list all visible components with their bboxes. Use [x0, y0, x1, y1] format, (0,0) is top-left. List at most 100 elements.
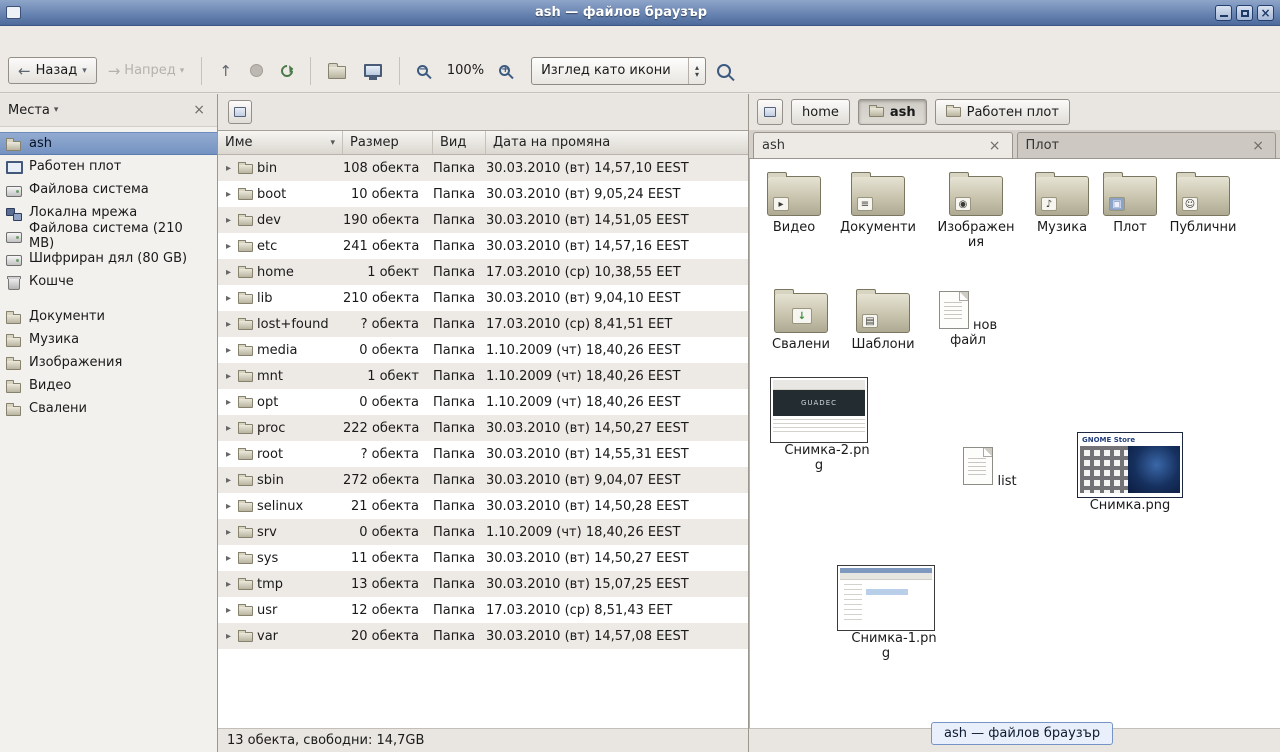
folder-item-public[interactable]: Публични [1161, 176, 1245, 235]
folder-item-templates[interactable]: Шаблони [841, 293, 925, 352]
folder-item-photos[interactable]: Изображения [934, 176, 1018, 250]
sidebar-item[interactable]: Свалени [0, 397, 217, 420]
file-row[interactable]: ▸ etc 241 обекта Папка 30.03.2010 (вт) 1… [218, 233, 748, 259]
expander-icon[interactable]: ▸ [223, 631, 234, 642]
expander-icon[interactable]: ▸ [223, 241, 234, 252]
sidebar-item[interactable]: Документи [0, 305, 217, 328]
file-row[interactable]: ▸ root ? обекта Папка 30.03.2010 (вт) 14… [218, 441, 748, 467]
sidebar-item[interactable]: Работен плот [0, 155, 217, 178]
expander-icon[interactable]: ▸ [223, 397, 234, 408]
file-row[interactable]: ▸ selinux 21 обекта Папка 30.03.2010 (вт… [218, 493, 748, 519]
home-button[interactable] [321, 58, 353, 84]
file-row[interactable]: ▸ boot 10 обекта Папка 30.03.2010 (вт) 9… [218, 181, 748, 207]
pane-tab-button[interactable] [228, 100, 252, 124]
sidebar-item[interactable]: ash [0, 132, 217, 155]
sidebar-item[interactable]: Видео [0, 374, 217, 397]
file-item-list[interactable]: list [948, 447, 1032, 489]
file-row[interactable]: ▸ var 20 обекта Папка 30.03.2010 (вт) 14… [218, 623, 748, 649]
file-row[interactable]: ▸ opt 0 обекта Папка 1.10.2009 (чт) 18,4… [218, 389, 748, 415]
pane-tab[interactable]: ash × [753, 132, 1013, 158]
file-row[interactable]: ▸ media 0 обекта Папка 1.10.2009 (чт) 18… [218, 337, 748, 363]
folder-item-video[interactable]: Видео [752, 176, 836, 235]
path-button[interactable]: Работен плот [935, 99, 1070, 125]
reload-button[interactable] [274, 60, 300, 82]
menu-item[interactable] [76, 36, 94, 40]
file-row[interactable]: ▸ mnt 1 обект Папка 1.10.2009 (чт) 18,40… [218, 363, 748, 389]
file-item-new-file[interactable]: нов файл [926, 291, 1010, 348]
chevron-down-icon[interactable]: ▾ [54, 105, 189, 115]
sidebar-close-icon[interactable]: × [189, 102, 209, 118]
file-item-snimka[interactable]: GNOME Store Снимка.png [1075, 432, 1185, 513]
expander-icon[interactable]: ▸ [223, 345, 234, 356]
file-row[interactable]: ▸ proc 222 обекта Папка 30.03.2010 (вт) … [218, 415, 748, 441]
expander-icon[interactable]: ▸ [223, 267, 234, 278]
file-row[interactable]: ▸ bin 108 обекта Папка 30.03.2010 (вт) 1… [218, 155, 748, 181]
path-button[interactable]: home [791, 99, 850, 125]
spinner-arrows-icon[interactable]: ▴▾ [688, 58, 705, 84]
sidebar-item[interactable]: Файлова система [0, 178, 217, 201]
file-row[interactable]: ▸ dev 190 обекта Папка 30.03.2010 (вт) 1… [218, 207, 748, 233]
search-button[interactable] [710, 59, 742, 83]
column-header-type[interactable]: Вид [433, 131, 486, 154]
path-button[interactable]: ash [858, 99, 927, 125]
expander-icon[interactable]: ▸ [223, 293, 234, 304]
view-mode-select[interactable]: Изглед като икони ▴▾ [531, 57, 706, 85]
minimize-button[interactable] [1215, 5, 1232, 21]
expander-icon[interactable]: ▸ [223, 449, 234, 460]
expander-icon[interactable]: ▸ [223, 319, 234, 330]
expander-icon[interactable]: ▸ [223, 475, 234, 486]
file-row[interactable]: ▸ sys 11 обекта Папка 30.03.2010 (вт) 14… [218, 545, 748, 571]
file-item-snimka-1[interactable]: Снимка-1.png [834, 565, 938, 661]
expander-icon[interactable]: ▸ [223, 553, 234, 564]
expander-icon[interactable]: ▸ [223, 423, 234, 434]
sidebar-item[interactable]: Изображения [0, 351, 217, 374]
back-button[interactable]: ← Назад ▾ [8, 57, 97, 84]
folder-item-desktop[interactable]: Плот [1088, 176, 1172, 235]
menu-item[interactable] [58, 36, 76, 40]
places-root-button[interactable] [757, 99, 783, 125]
column-header-size[interactable]: Размер [343, 131, 433, 154]
file-row[interactable]: ▸ usr 12 обекта Папка 17.03.2010 (ср) 8,… [218, 597, 748, 623]
expander-icon[interactable]: ▸ [223, 527, 234, 538]
menu-item[interactable] [22, 36, 40, 40]
maximize-button[interactable] [1236, 5, 1253, 21]
file-row[interactable]: ▸ sbin 272 обекта Папка 30.03.2010 (вт) … [218, 467, 748, 493]
zoom-out-button[interactable]: − [410, 60, 439, 81]
expander-icon[interactable]: ▸ [223, 163, 234, 174]
zoom-in-button[interactable]: + [492, 60, 521, 81]
icon-view[interactable]: Видео Документи Изображения Музика Плот [749, 159, 1280, 728]
sidebar-item[interactable]: Музика [0, 328, 217, 351]
tab-close-icon[interactable]: × [986, 138, 1004, 154]
close-button[interactable]: × [1257, 5, 1274, 21]
chevron-down-icon[interactable]: ▾ [82, 66, 87, 76]
stop-button[interactable] [243, 59, 270, 82]
file-item-snimka-2[interactable]: GUADEC Снимка-2.png [767, 377, 871, 473]
expander-icon[interactable]: ▸ [223, 371, 234, 382]
expander-icon[interactable]: ▸ [223, 501, 234, 512]
menu-item[interactable] [4, 36, 22, 40]
column-header-date[interactable]: Дата на промяна [486, 131, 748, 154]
column-header-name[interactable]: Име ▾ [218, 131, 343, 154]
menu-item[interactable] [40, 36, 58, 40]
sidebar-item[interactable]: Шифриран дял (80 GB) [0, 247, 217, 270]
up-button[interactable]: ↑ [212, 59, 239, 83]
pane-tab[interactable]: Плот × [1017, 132, 1277, 158]
file-row[interactable]: ▸ lost+found ? обекта Папка 17.03.2010 (… [218, 311, 748, 337]
file-row[interactable]: ▸ lib 210 обекта Папка 30.03.2010 (вт) 9… [218, 285, 748, 311]
sidebar-item[interactable]: Файлова система (210 MB) [0, 224, 217, 247]
titlebar[interactable]: ash — файлов браузър × [0, 0, 1280, 26]
folder-item-documents[interactable]: Документи [836, 176, 920, 235]
expander-icon[interactable]: ▸ [223, 189, 234, 200]
file-row[interactable]: ▸ tmp 13 обекта Папка 30.03.2010 (вт) 15… [218, 571, 748, 597]
sidebar-mode-select[interactable]: Места [8, 103, 50, 118]
file-row[interactable]: ▸ home 1 обект Папка 17.03.2010 (ср) 10,… [218, 259, 748, 285]
computer-button[interactable] [357, 59, 389, 82]
expander-icon[interactable]: ▸ [223, 579, 234, 590]
expander-icon[interactable]: ▸ [223, 605, 234, 616]
file-row[interactable]: ▸ srv 0 обекта Папка 1.10.2009 (чт) 18,4… [218, 519, 748, 545]
menu-item[interactable] [94, 36, 112, 40]
folder-item-downloads[interactable]: Свалени [759, 293, 843, 352]
forward-button[interactable]: → Напред ▾ [101, 58, 192, 83]
tab-close-icon[interactable]: × [1249, 138, 1267, 154]
expander-icon[interactable]: ▸ [223, 215, 234, 226]
